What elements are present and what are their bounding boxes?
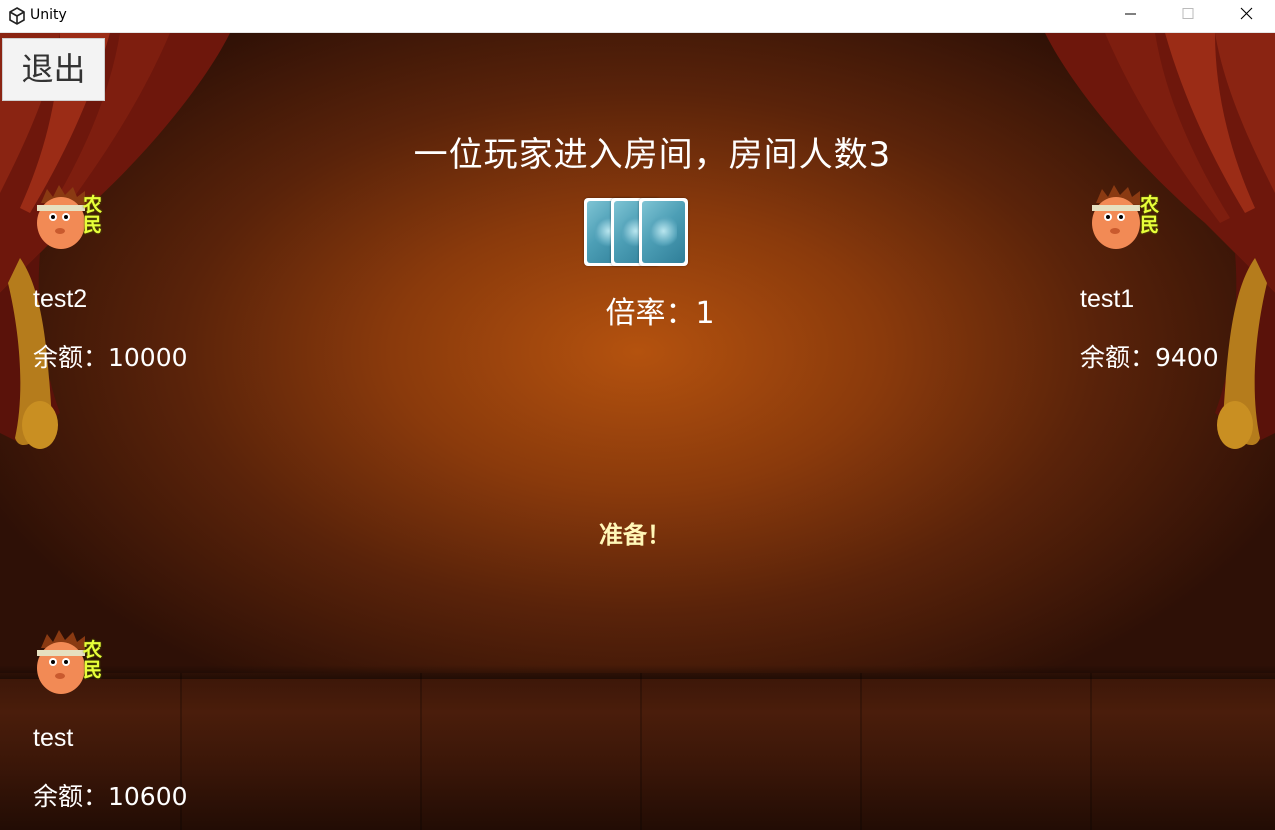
window-title: Unity xyxy=(30,7,67,23)
close-icon xyxy=(1240,7,1253,20)
ready-status: 准备！ xyxy=(599,521,671,549)
unity-logo-icon xyxy=(9,7,25,25)
role-badge: 农民 xyxy=(83,639,103,681)
player-balance: 余额：10600 xyxy=(33,782,188,811)
multiplier-label: 倍率：1 xyxy=(605,296,715,331)
maximize-icon xyxy=(1182,8,1194,19)
player-self: 农民 test 余额：10600 xyxy=(33,628,233,818)
floor-plank-line xyxy=(420,673,422,830)
player-right: 农民 test1 余额：9400 xyxy=(1080,183,1265,373)
floor-plank-line xyxy=(860,673,862,830)
room-status-message: 一位玩家进入房间，房间人数3 xyxy=(413,135,892,175)
player-name: test xyxy=(33,724,74,752)
bottom-cards xyxy=(584,198,694,270)
maximize-button[interactable] xyxy=(1159,0,1217,32)
floor-plank-line xyxy=(1090,673,1092,830)
player-name: test2 xyxy=(33,285,88,313)
close-window-button[interactable] xyxy=(1217,0,1275,32)
player-name: test1 xyxy=(1080,285,1135,313)
floor-plank-line xyxy=(640,673,642,830)
card-back xyxy=(639,198,688,266)
player-left: 农民 test2 余额：10000 xyxy=(33,183,233,373)
player-balance: 余额：9400 xyxy=(1080,343,1219,372)
role-badge: 农民 xyxy=(1140,194,1160,236)
player-balance: 余额：10000 xyxy=(33,343,188,372)
window-titlebar: Unity xyxy=(0,0,1275,33)
exit-button[interactable]: 退出 xyxy=(2,38,105,101)
minimize-icon xyxy=(1125,13,1136,15)
role-badge: 农民 xyxy=(83,194,103,236)
game-stage: 退出 一位玩家进入房间，房间人数3 倍率：1 准备！ 农民 test2 余额：1… xyxy=(0,33,1275,830)
minimize-button[interactable] xyxy=(1101,0,1159,32)
